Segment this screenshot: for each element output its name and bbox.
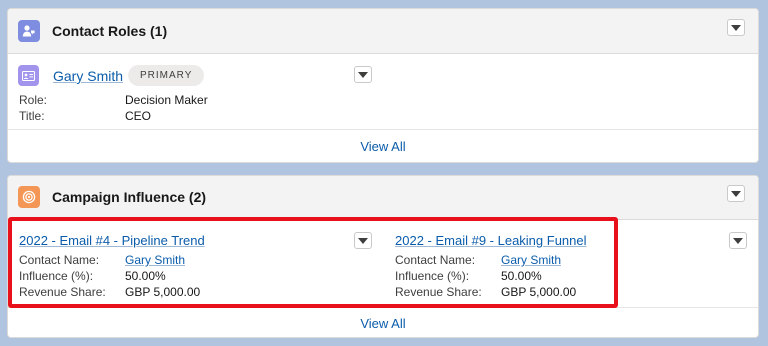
contact-roles-header: Contact Roles (1) [8,9,758,54]
influence-field: Influence (%): 50.00% [19,269,319,285]
role-value: Decision Maker [125,93,208,107]
contact-roles-icon [18,20,40,42]
role-field: Role: Decision Maker [19,93,319,109]
influence-label: Influence (%): [19,269,94,283]
contact-name-link[interactable]: Gary Smith [501,253,561,267]
chevron-down-icon [731,24,741,31]
influence-value: 50.00% [501,269,542,283]
campaign-name-link[interactable]: 2022 - Email #4 - Pipeline Trend [19,233,205,248]
chevron-down-icon [358,71,368,78]
contact-name-label: Contact Name: [19,253,100,267]
role-label: Role: [19,93,48,107]
revenue-share-field: Revenue Share: GBP 5,000.00 [395,285,695,301]
contact-name-link[interactable]: Gary Smith [125,253,185,267]
influence-field: Influence (%): 50.00% [395,269,695,285]
campaign-influence-view-all-link[interactable]: View All [360,316,405,331]
revenue-share-field: Revenue Share: GBP 5,000.00 [19,285,319,301]
chevron-down-icon [358,237,368,244]
contact-roles-card: Contact Roles (1) Gary Smith PRIMARY Rol… [7,8,759,163]
campaign-influence-footer: View All [8,307,758,337]
campaign-item-menu-button[interactable] [354,232,372,249]
influence-value: 50.00% [125,269,166,283]
chevron-down-icon [731,190,741,197]
contact-name-field: Contact Name: Gary Smith [395,253,695,269]
campaign-influence-header: Campaign Influence (2) [8,176,758,220]
revenue-share-value: GBP 5,000.00 [501,285,577,299]
contact-roles-view-all-link[interactable]: View All [360,139,405,154]
contact-row-menu-button[interactable] [354,66,372,83]
title-value: CEO [125,109,152,123]
contact-name-label: Contact Name: [395,253,476,267]
contact-name-field: Contact Name: Gary Smith [19,253,319,269]
campaign-target-icon [18,186,40,208]
campaign-influence-card: Campaign Influence (2) 2022 - Email #4 -… [7,175,759,338]
contact-card-icon [18,65,39,86]
revenue-share-label: Revenue Share: [19,285,106,299]
influence-label: Influence (%): [395,269,470,283]
campaign-influence-menu-button[interactable] [727,185,745,202]
chevron-down-icon [733,237,743,244]
contact-roles-menu-button[interactable] [727,19,745,36]
campaign-influence-item: 2022 - Email #9 - Leaking Funnel Contact… [395,233,725,303]
contact-roles-footer: View All [8,129,758,162]
primary-badge: PRIMARY [128,65,205,86]
campaign-name-link[interactable]: 2022 - Email #9 - Leaking Funnel [395,233,587,248]
title-field: Title: CEO [19,109,319,125]
title-label: Title: [19,109,45,123]
campaign-influence-item: 2022 - Email #4 - Pipeline Trend Contact… [19,233,379,303]
contact-name-link[interactable]: Gary Smith [53,68,123,84]
campaign-item-menu-button[interactable] [729,232,747,249]
revenue-share-value: GBP 5,000.00 [125,285,201,299]
contact-roles-title: Contact Roles (1) [52,23,168,39]
revenue-share-label: Revenue Share: [395,285,482,299]
campaign-influence-title: Campaign Influence (2) [52,189,207,205]
